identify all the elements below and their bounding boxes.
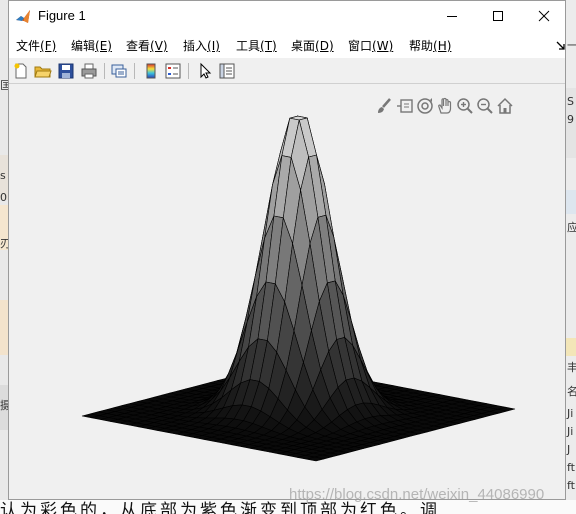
close-button[interactable] xyxy=(521,1,567,32)
menu-shortcut: (I) xyxy=(207,39,220,53)
figure-toolbar xyxy=(9,58,565,84)
menu-label: 工具 xyxy=(236,39,261,53)
bg-right-text: 丰 xyxy=(567,361,576,374)
toolbar-separator xyxy=(134,63,135,79)
window-title: Figure 1 xyxy=(38,8,86,23)
toolbar-separator xyxy=(188,63,189,79)
menu-desktop[interactable]: 桌面(D) xyxy=(291,37,334,54)
insert-legend-icon[interactable] xyxy=(164,62,182,80)
menu-label: 插入 xyxy=(183,39,208,53)
bg-right-text: J xyxy=(567,443,571,456)
bg-right-text: Ji xyxy=(567,425,574,438)
minimize-button[interactable] xyxy=(429,1,475,32)
new-figure-icon[interactable] xyxy=(12,62,30,80)
menu-view[interactable]: 查看(V) xyxy=(126,37,168,54)
matlab-logo-icon xyxy=(16,10,30,23)
bg-right-text: 名 xyxy=(567,385,576,398)
minimize-icon xyxy=(447,16,457,17)
bg-right-text: S xyxy=(567,95,574,108)
bg-right-text: 9 xyxy=(567,113,574,126)
bg-left-text: 0 xyxy=(0,191,7,204)
menu-label: 帮助 xyxy=(409,39,434,53)
bg-right-text: ft xyxy=(567,479,575,492)
menu-help[interactable]: 帮助(H) xyxy=(409,37,451,54)
bg-right-text: Ji xyxy=(567,407,574,420)
menu-shortcut: (H) xyxy=(433,39,452,53)
print-icon[interactable] xyxy=(80,62,98,80)
menu-label: 窗口 xyxy=(348,39,373,53)
menu-shortcut: (W) xyxy=(372,39,394,53)
property-inspector-icon[interactable] xyxy=(218,62,236,80)
maximize-button[interactable] xyxy=(475,1,521,32)
close-icon xyxy=(538,10,550,22)
menu-label: 查看 xyxy=(126,39,151,53)
edit-plot-icon[interactable] xyxy=(196,62,214,80)
toolbar-separator xyxy=(104,63,105,79)
bg-right-text: 应 xyxy=(567,221,576,234)
menu-shortcut: (E) xyxy=(95,39,112,53)
figure-window: Figure 1 文件(F) 编辑(E) 查看(V) 插入(I) 工具(T) 桌… xyxy=(8,0,566,500)
save-icon[interactable] xyxy=(57,62,75,80)
menu-file[interactable]: 文件(F) xyxy=(16,37,56,54)
axes-area[interactable] xyxy=(9,85,565,499)
menu-bar: 文件(F) 编辑(E) 查看(V) 插入(I) 工具(T) 桌面(D) 窗口(W… xyxy=(9,32,565,58)
menu-shortcut: (T) xyxy=(260,39,277,53)
watermark-text: https://blog.csdn.net/weixin_44086990 xyxy=(289,486,545,503)
title-bar[interactable]: Figure 1 xyxy=(9,1,565,32)
link-figure-icon[interactable] xyxy=(110,62,128,80)
menu-shortcut: (F) xyxy=(40,39,57,53)
menu-label: 编辑 xyxy=(71,39,96,53)
maximize-icon xyxy=(493,11,503,21)
surface-plot[interactable] xyxy=(9,85,565,499)
menu-shortcut: (D) xyxy=(315,39,334,53)
menu-edit[interactable]: 编辑(E) xyxy=(71,37,112,54)
menu-tools[interactable]: 工具(T) xyxy=(236,37,277,54)
bg-right-text: 一 xyxy=(567,39,576,52)
menu-shortcut: (V) xyxy=(150,39,168,53)
menu-label: 文件 xyxy=(16,39,41,53)
bg-left-text: s xyxy=(0,169,6,182)
insert-colorbar-icon[interactable] xyxy=(142,62,160,80)
background-window-right: 一 S 9 应 丰 名 Ji Ji J ft ft xyxy=(566,0,576,514)
dock-arrow-icon[interactable] xyxy=(556,41,565,50)
menu-label: 桌面 xyxy=(291,39,316,53)
menu-insert[interactable]: 插入(I) xyxy=(183,37,220,54)
menu-window[interactable]: 窗口(W) xyxy=(348,37,393,54)
bg-right-text: ft xyxy=(567,461,575,474)
open-file-icon[interactable] xyxy=(34,62,52,80)
screenshot: 匡 s 0 刃 摄 一 S 9 应 丰 名 Ji Ji J ft ft 认为彩色… xyxy=(0,0,576,514)
